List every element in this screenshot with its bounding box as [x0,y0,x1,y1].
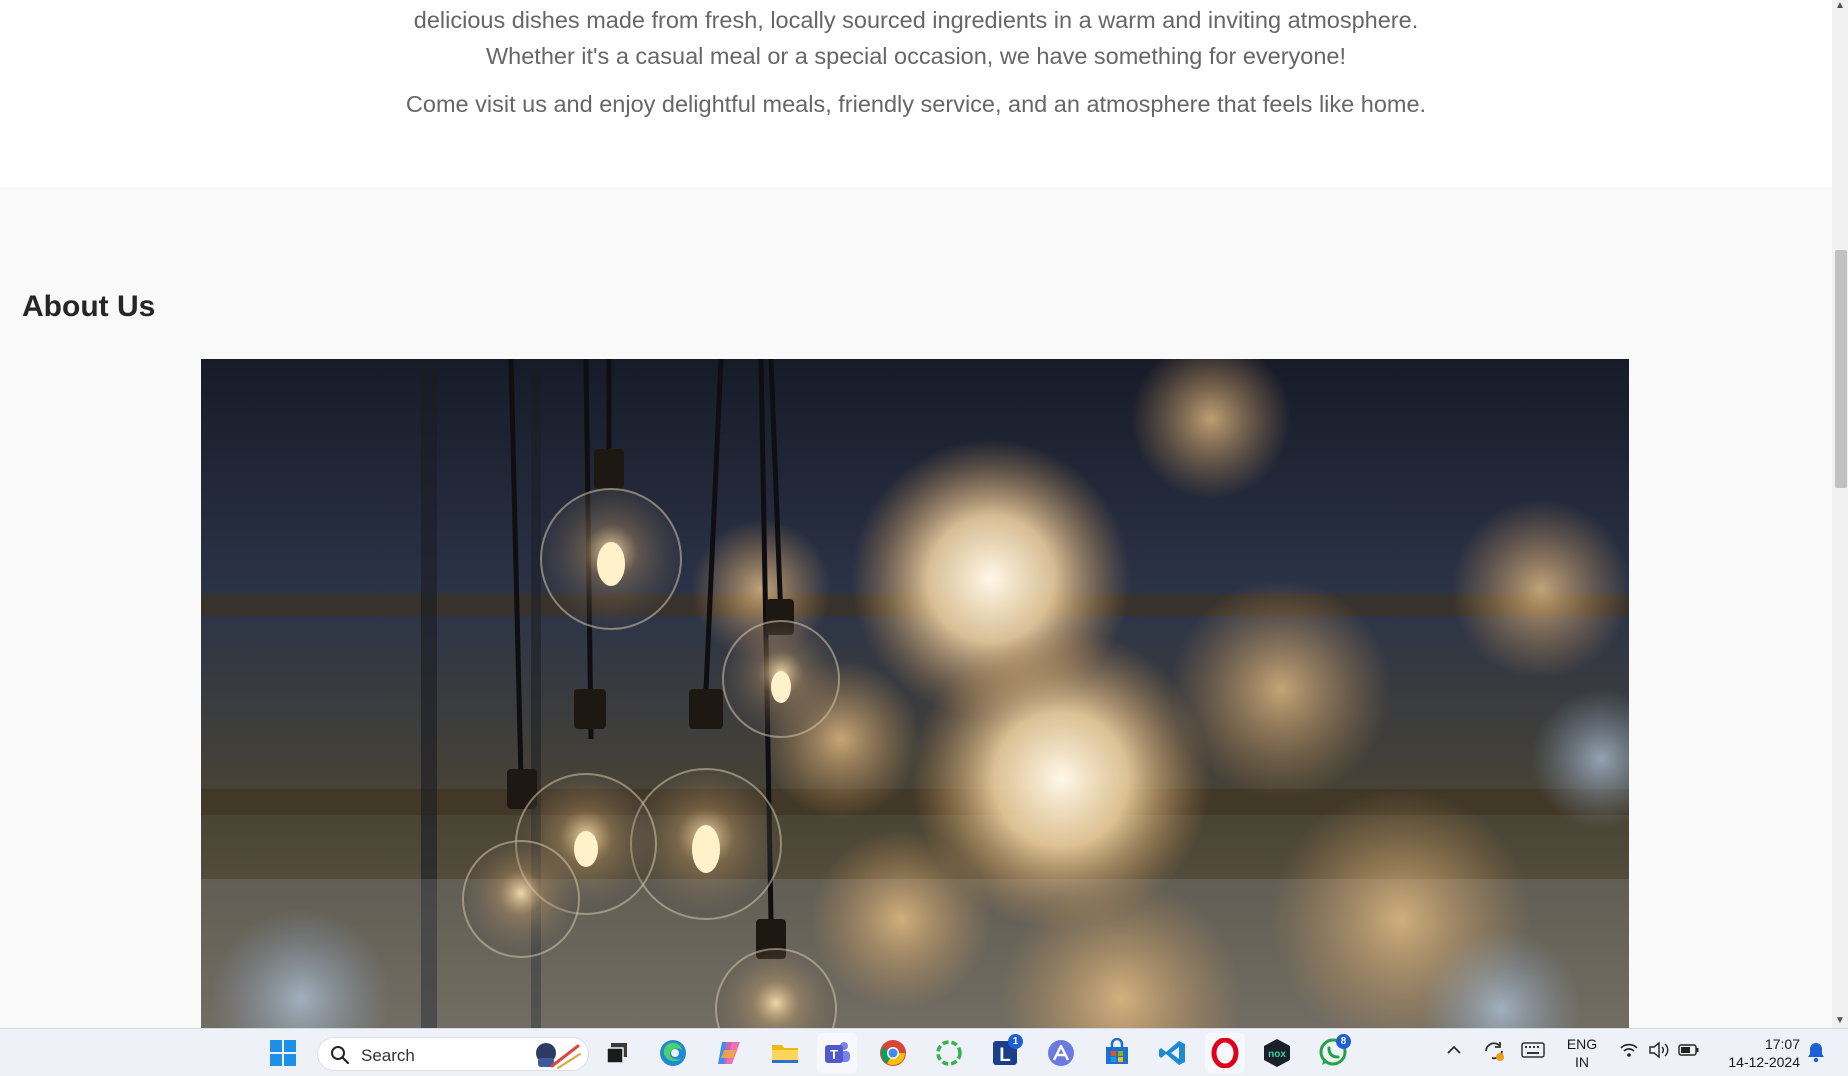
search-icon [330,1045,350,1070]
scroll-up-arrow-icon[interactable]: ▲ [1832,0,1848,14]
triangle-app-icon [1048,1040,1074,1066]
edge-button[interactable] [653,1033,693,1073]
vscode-button[interactable] [1153,1033,1193,1073]
language-code: ENG [1566,1036,1598,1052]
about-section: About Us [0,187,1832,1028]
volume-status[interactable] [1648,1041,1670,1064]
store-icon [1106,1038,1128,1064]
store-button[interactable] [1097,1033,1137,1073]
windows-logo-icon [270,1040,296,1066]
about-heading: About Us [22,290,156,323]
chrome-icon [880,1040,906,1066]
opera-icon [1211,1038,1239,1068]
notification-center-button[interactable] [1806,1041,1826,1068]
teams-button[interactable]: T [817,1033,857,1073]
svg-text:L: L [999,1045,1011,1066]
clock-time: 17:07 [1764,1036,1800,1052]
whatsapp-badge: 8 [1336,1034,1351,1049]
vscode-icon [1159,1041,1185,1065]
search-label: Search [361,1046,415,1065]
l-app-button[interactable]: L 1 [985,1033,1025,1073]
edge-icon [660,1040,686,1066]
task-view-button[interactable] [597,1033,637,1073]
keyboard-icon [1521,1042,1545,1058]
intro-section: delicious dishes made from fresh, locall… [0,0,1832,187]
hanging-bulbs-photo [201,359,1629,1028]
l-app-badge: 1 [1008,1034,1023,1049]
scroll-down-arrow-icon[interactable]: ▼ [1832,1014,1848,1028]
wifi-icon [1620,1043,1638,1057]
copilot-button[interactable] [709,1033,749,1073]
touch-keyboard-button[interactable] [1521,1041,1545,1064]
whatsapp-button[interactable]: 8 [1313,1033,1353,1073]
battery-status[interactable] [1678,1041,1700,1064]
speaker-icon [1649,1041,1669,1059]
clock[interactable]: 17:07 14-12-2024 [1708,1035,1800,1071]
nox-icon: nox [1264,1039,1290,1067]
file-explorer-button[interactable] [765,1033,805,1073]
intro-line-2: Whether it's a casual meal or a special … [485,43,1347,69]
chrome-button[interactable] [873,1033,913,1073]
copilot-icon [718,1042,740,1064]
language-region: IN [1575,1054,1589,1070]
scroll-thumb[interactable] [1835,250,1847,488]
sync-warning-icon [1485,1042,1504,1061]
triangle-app-button[interactable] [1041,1033,1081,1073]
ring-app-button[interactable] [929,1033,969,1073]
folder-icon [772,1045,798,1063]
page-scrollbar[interactable]: ▲ ▼ [1832,0,1848,1028]
search-highlight-icon [528,1040,584,1075]
intro-paragraph: delicious dishes made from fresh, locall… [0,2,1832,74]
nox-button[interactable]: nox [1257,1033,1297,1073]
windows-taskbar: Search T L 1 nox 8 ENG IN 17:07 14-12-20… [0,1028,1848,1076]
intro-paragraph-2: Come visit us and enjoy delightful meals… [405,91,1427,117]
start-button[interactable] [263,1033,303,1073]
battery-icon [1678,1044,1699,1056]
intro-line-1: delicious dishes made from fresh, locall… [413,7,1419,33]
about-image [201,359,1629,1028]
sync-status-button[interactable] [1482,1039,1506,1068]
teams-icon: T [825,1042,850,1063]
svg-text:T: T [830,1047,838,1062]
chevron-up-icon [1447,1045,1461,1054]
taskbar-search-box[interactable]: Search [317,1037,589,1071]
opera-button[interactable] [1205,1033,1245,1073]
wifi-status[interactable] [1619,1041,1639,1064]
clock-date: 14-12-2024 [1728,1054,1800,1070]
green-ring-icon [936,1040,962,1066]
show-hidden-icons-button[interactable] [1445,1041,1463,1064]
svg-text:nox: nox [1268,1049,1286,1060]
webpage-viewport: delicious dishes made from fresh, locall… [0,0,1832,1028]
language-indicator[interactable]: ENG IN [1562,1035,1602,1071]
task-view-icon [606,1043,627,1064]
bell-icon [1808,1043,1824,1063]
